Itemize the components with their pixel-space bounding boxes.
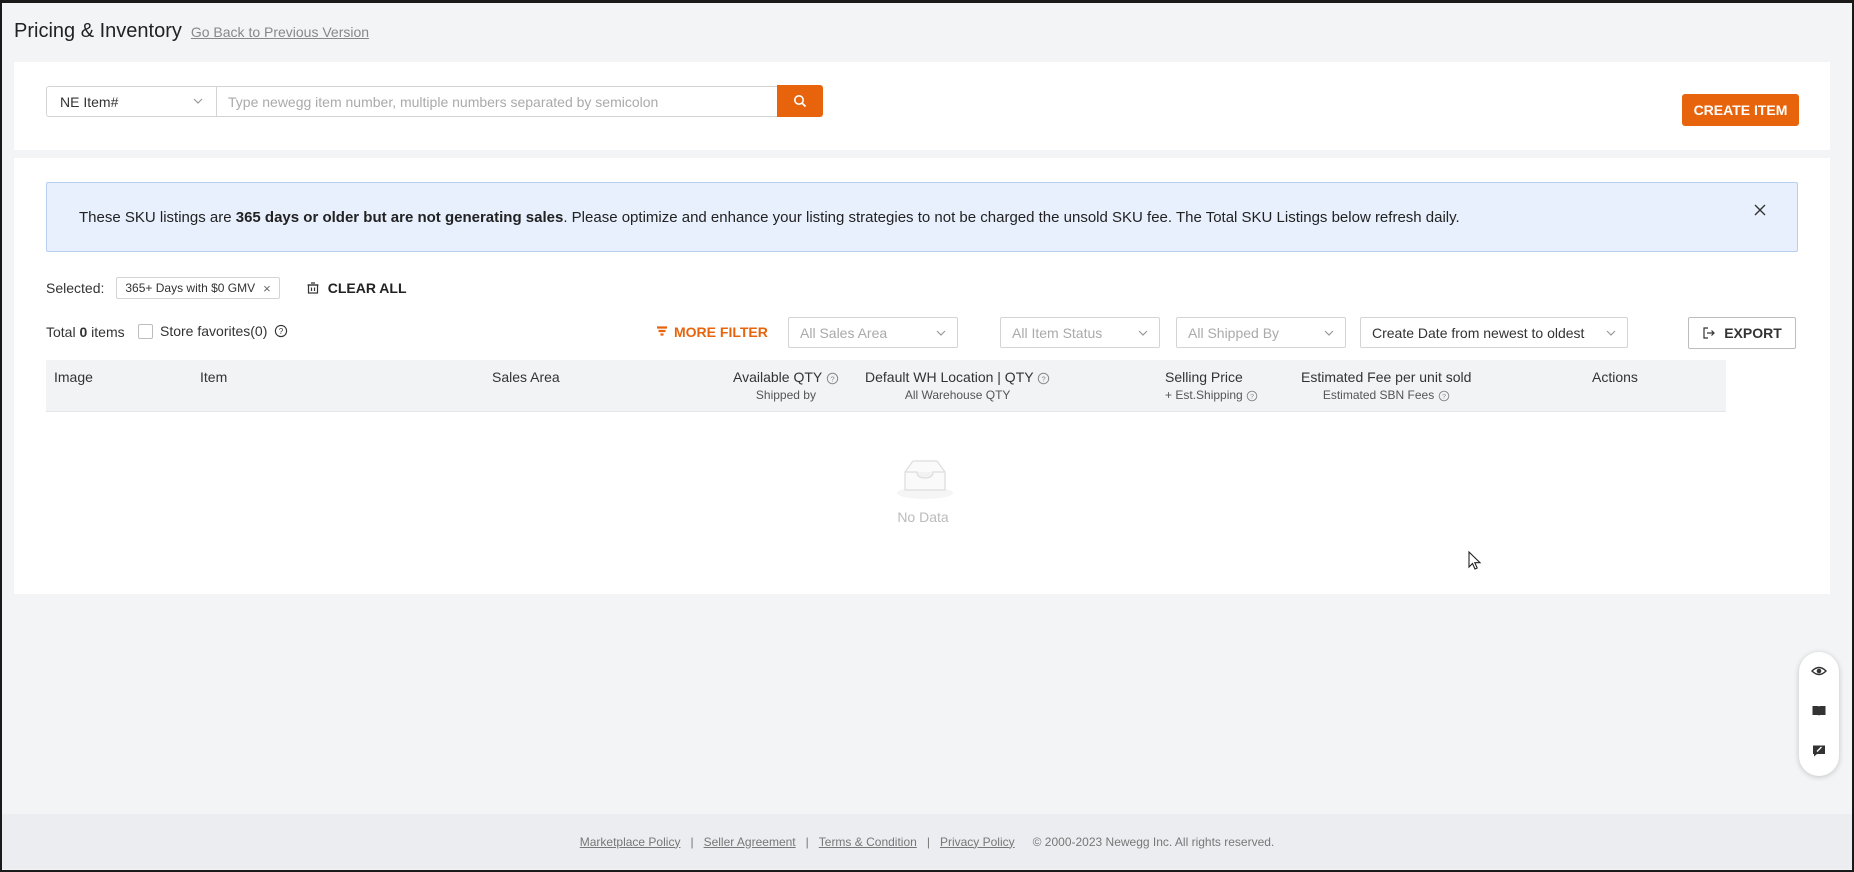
feedback-icon[interactable] (1811, 744, 1827, 758)
column-estimated-fee-sub: Estimated SBN Fees ? (1301, 388, 1471, 402)
search-panel: NE Item# CREATE ITEM (14, 62, 1830, 150)
footer-link-seller-agreement[interactable]: Seller Agreement (704, 835, 796, 849)
help-icon[interactable]: ? (274, 324, 288, 338)
search-type-select[interactable]: NE Item# (46, 86, 216, 117)
column-item: Item (200, 369, 228, 385)
column-selling-price: Selling Price + Est.Shipping ? (1165, 369, 1258, 402)
close-icon[interactable] (1753, 203, 1767, 217)
unsold-sku-notice: These SKU listings are 365 days or older… (46, 182, 1798, 252)
filter-tag: 365+ Days with $0 GMV × (116, 277, 280, 299)
more-filter-label: MORE FILTER (674, 324, 768, 340)
column-actions: Actions (1592, 369, 1638, 385)
selected-label: Selected: (46, 280, 105, 296)
book-icon[interactable] (1811, 704, 1827, 718)
checkbox[interactable] (138, 323, 153, 339)
column-available-qty: Available QTY ? Shipped by (733, 369, 839, 402)
footer-separator: | (690, 834, 694, 849)
sales-area-select[interactable]: All Sales Area (788, 317, 958, 348)
more-filter-button[interactable]: MORE FILTER (656, 324, 768, 340)
mouse-cursor-icon (1468, 551, 1482, 570)
chevron-down-icon (1138, 330, 1148, 336)
page-title: Pricing & Inventory (14, 20, 182, 42)
no-data-text: No Data (897, 509, 949, 525)
store-favorites-label: Store favorites(0) (160, 323, 268, 339)
table-header: Image Item Sales Area Available QTY ? Sh… (46, 360, 1726, 412)
help-icon[interactable]: ? (1246, 390, 1258, 402)
svg-text:?: ? (1442, 393, 1446, 400)
remove-tag-icon[interactable]: × (263, 281, 271, 296)
main-panel: These SKU listings are 365 days or older… (14, 158, 1830, 594)
search-type-value: NE Item# (60, 93, 119, 110)
create-item-button[interactable]: CREATE ITEM (1682, 94, 1799, 126)
column-image: Image (54, 369, 93, 385)
empty-inbox-icon (897, 460, 953, 499)
footer-link-privacy-policy[interactable]: Privacy Policy (940, 835, 1015, 849)
sort-select[interactable]: Create Date from newest to oldest (1360, 317, 1628, 348)
column-default-wh-location: Default WH Location | QTY ? All Warehous… (865, 369, 1050, 402)
export-icon (1703, 327, 1716, 339)
total-items: Total 0 items (46, 324, 125, 340)
filter-tag-label: 365+ Days with $0 GMV (125, 281, 256, 295)
clear-all-label: CLEAR ALL (327, 280, 407, 296)
filter-icon (657, 326, 667, 336)
footer-separator: | (805, 834, 809, 849)
svg-text:?: ? (1042, 374, 1046, 383)
floating-tools (1799, 652, 1839, 776)
chevron-down-icon (1324, 330, 1334, 336)
footer: Marketplace Policy | Seller Agreement | … (2, 814, 1852, 869)
search-input[interactable] (216, 86, 778, 117)
column-selling-price-sub: + Est.Shipping ? (1165, 388, 1258, 402)
export-button[interactable]: EXPORT (1688, 317, 1796, 349)
copyright: © 2000-2023 Newegg Inc. All rights reser… (1032, 834, 1275, 849)
chevron-down-icon (193, 98, 203, 104)
empty-state: No Data (895, 458, 955, 525)
svg-text:?: ? (1250, 393, 1254, 400)
help-icon[interactable]: ? (1037, 372, 1050, 385)
notice-text: These SKU listings are 365 days or older… (79, 208, 1460, 226)
help-icon[interactable]: ? (826, 372, 839, 385)
help-icon[interactable]: ? (1438, 390, 1450, 402)
column-default-wh-location-sub: All Warehouse QTY (904, 388, 1011, 402)
export-label: EXPORT (1724, 325, 1782, 341)
column-sales-area: Sales Area (492, 369, 560, 385)
selected-filters: Selected: 365+ Days with $0 GMV × CLEAR … (46, 276, 407, 300)
chevron-down-icon (936, 330, 946, 336)
item-status-select[interactable]: All Item Status (1000, 317, 1160, 348)
clear-all-button[interactable]: CLEAR ALL (306, 280, 407, 296)
footer-link-marketplace-policy[interactable]: Marketplace Policy (580, 835, 681, 849)
trash-icon (307, 282, 319, 294)
search-icon (794, 95, 807, 108)
shipped-by-select[interactable]: All Shipped By (1176, 317, 1346, 348)
page-header: Pricing & Inventory Go Back to Previous … (14, 20, 369, 43)
footer-separator: | (926, 834, 930, 849)
footer-link-terms-condition[interactable]: Terms & Condition (819, 835, 917, 849)
eye-icon[interactable] (1811, 664, 1827, 678)
svg-text:?: ? (279, 327, 284, 336)
list-toolbar: Total 0 items Store favorites(0) ? MORE … (46, 315, 1798, 351)
store-favorites-checkbox[interactable]: Store favorites(0) ? (138, 323, 288, 339)
column-estimated-fee: Estimated Fee per unit sold Estimated SB… (1301, 369, 1472, 402)
search-button[interactable] (777, 85, 823, 117)
svg-text:?: ? (830, 374, 834, 383)
back-to-previous-version-link[interactable]: Go Back to Previous Version (191, 24, 369, 40)
chevron-down-icon (1606, 330, 1616, 336)
column-available-qty-sub: Shipped by (755, 388, 816, 402)
